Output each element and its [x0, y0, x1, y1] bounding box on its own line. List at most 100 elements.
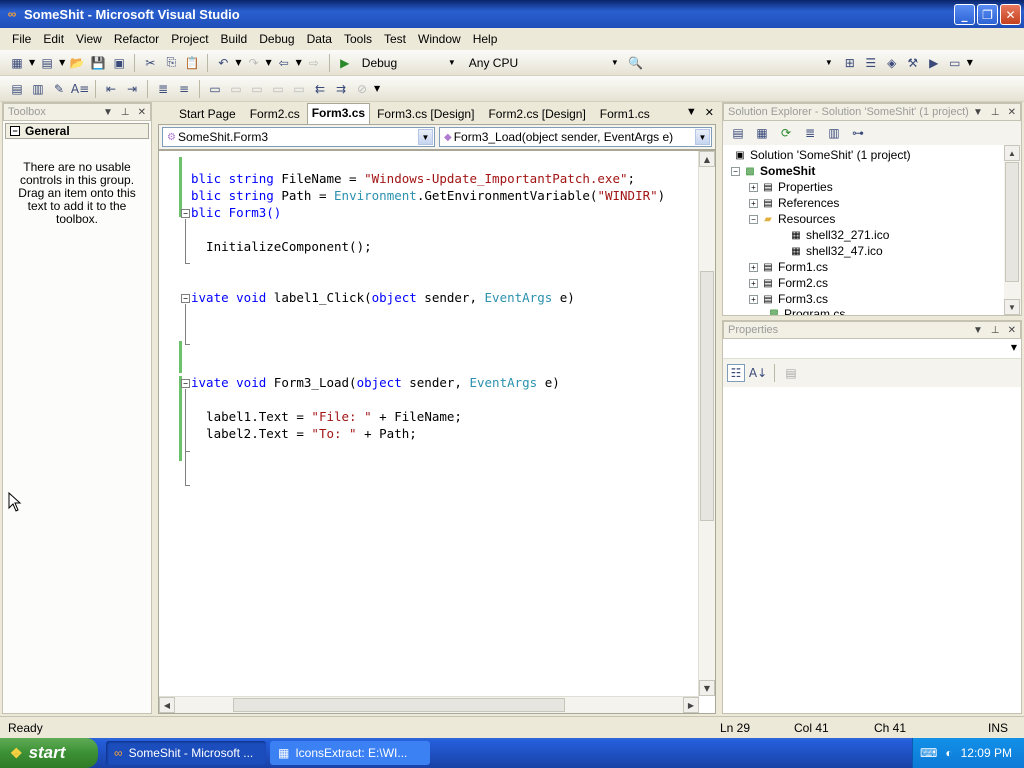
member-combo[interactable]: ◆ Form3_Load(object sender, EventArgs e)…	[439, 127, 712, 147]
toolbox-pin-icon[interactable]: ⊥	[121, 107, 130, 118]
expand-icon[interactable]: +	[749, 198, 758, 208]
menu-project[interactable]: Project	[165, 32, 214, 46]
expand-icon[interactable]: +	[749, 182, 758, 192]
chevron-down-icon[interactable]: ▼	[418, 129, 433, 145]
properties-title-bar[interactable]: Properties ▼ ⊥ ✕	[723, 321, 1021, 339]
tree-item-file[interactable]: ▦ shell32_271.ico	[789, 227, 889, 243]
code-area[interactable]: − − − blic string FileName = "Windows-Up…	[159, 151, 697, 691]
copy-icon[interactable]: ⎘	[162, 54, 180, 72]
menu-tools[interactable]: Tools	[338, 32, 378, 46]
props-dropdown-icon[interactable]: ▼	[973, 325, 983, 336]
view-code-icon[interactable]: ≣	[801, 124, 819, 142]
navigate-backward-icon[interactable]: ⇦	[275, 54, 293, 72]
solution-explorer-icon[interactable]: ⊞	[841, 54, 859, 72]
tab-form3-design[interactable]: Form3.cs [Design]	[370, 104, 481, 124]
keyboard-icon[interactable]: ⌨	[920, 746, 937, 760]
redo-icon[interactable]: ↷	[244, 54, 262, 72]
solution-explorer-title-bar[interactable]: Solution Explorer - Solution 'SomeShit' …	[723, 103, 1021, 121]
expand-icon[interactable]: +	[749, 294, 758, 304]
se-pin-icon[interactable]: ⊥	[991, 107, 1000, 118]
class-combo[interactable]: ⚙ SomeShit.Form3 ▼	[162, 127, 435, 147]
vertical-scrollbar[interactable]: ▲ ▼	[698, 151, 715, 696]
uncomment-lines-icon[interactable]: ≡	[175, 80, 193, 98]
open-folder-icon[interactable]: 📂	[68, 54, 86, 72]
view-class-diagram-icon[interactable]: ⊶	[849, 124, 867, 142]
next-bookmark-doc-icon[interactable]: ⇉	[332, 80, 350, 98]
object-browser-icon[interactable]: ◈	[883, 54, 901, 72]
menu-edit[interactable]: Edit	[37, 32, 70, 46]
clock[interactable]: 12:09 PM	[961, 746, 1012, 760]
chevron-down-icon[interactable]: ▼	[695, 129, 710, 145]
platform-dropdown[interactable]: Any CPU ▼	[464, 54, 624, 72]
scroll-thumb[interactable]	[700, 271, 714, 521]
se-close-icon[interactable]: ✕	[1008, 107, 1016, 118]
code-editor[interactable]: − − − blic string FileName = "Windows-Up…	[158, 150, 716, 714]
network-icon[interactable]: ◐	[945, 746, 952, 760]
menu-window[interactable]: Window	[412, 32, 467, 46]
tab-form2-cs[interactable]: Form2.cs	[243, 104, 307, 124]
expand-icon[interactable]: +	[749, 262, 758, 272]
menu-file[interactable]: File	[6, 32, 37, 46]
scroll-right-icon[interactable]: ▶	[683, 697, 699, 713]
categorized-icon[interactable]: ☷	[727, 364, 745, 382]
menu-debug[interactable]: Debug	[253, 32, 300, 46]
collapse-outline-icon[interactable]: −	[181, 379, 190, 388]
tree-item-file[interactable]: ▦ shell32_47.ico	[789, 243, 882, 259]
collapse-outline-icon[interactable]: −	[181, 209, 190, 218]
task-iconsextract[interactable]: ▦ IconsExtract: E:\WI...	[270, 741, 430, 765]
toolbox-title-bar[interactable]: Toolbox ▼ ⊥ ✕	[3, 103, 151, 121]
title-bar[interactable]: ∞ SomeShit - Microsoft Visual Studio _ ❐…	[0, 0, 1024, 28]
collapse-icon[interactable]: −	[749, 214, 758, 224]
menu-help[interactable]: Help	[467, 32, 504, 46]
start-debugging-icon[interactable]: ▶	[336, 54, 354, 72]
scroll-left-icon[interactable]: ◀	[159, 697, 175, 713]
tree-scrollbar[interactable]: ▲ ▼	[1004, 145, 1021, 315]
object-selector-combo[interactable]: ▼	[723, 339, 1021, 359]
view-designer-icon[interactable]: ▥	[825, 124, 843, 142]
toolbox-icon[interactable]: ⚒	[904, 54, 922, 72]
undo-icon[interactable]: ↶	[214, 54, 232, 72]
next-bookmark-icon[interactable]: ▭	[248, 80, 266, 98]
previous-bookmark-folder-icon[interactable]: ▭	[269, 80, 287, 98]
tree-item-references[interactable]: + ▤ References	[749, 195, 839, 211]
tree-item-project[interactable]: − ▩ SomeShit	[731, 163, 815, 179]
tab-form1-cs[interactable]: Form1.cs	[593, 104, 657, 124]
horizontal-scrollbar[interactable]: ◀ ▶	[159, 696, 699, 713]
toggle-bookmark-icon[interactable]: ▭	[206, 80, 224, 98]
tree-item-properties[interactable]: + ▤ Properties	[749, 179, 833, 195]
save-all-icon[interactable]: ▣	[110, 54, 128, 72]
expand-icon[interactable]: +	[749, 278, 758, 288]
complete-word-icon[interactable]: A≡	[71, 80, 89, 98]
display-object-member-list-icon[interactable]: ▤	[8, 80, 26, 98]
next-bookmark-folder-icon[interactable]: ▭	[290, 80, 308, 98]
scroll-up-icon[interactable]: ▲	[1004, 145, 1020, 161]
cut-icon[interactable]: ✂	[141, 54, 159, 72]
tree-item-solution[interactable]: ▣ Solution 'SomeShit' (1 project)	[733, 147, 910, 163]
refresh-icon[interactable]: ⟳	[777, 124, 795, 142]
tab-start-page[interactable]: Start Page	[172, 104, 243, 124]
tree-item-program[interactable]: ▩ Program.cs	[767, 307, 845, 315]
quick-info-icon[interactable]: ✎	[50, 80, 68, 98]
toolbox-group-general[interactable]: − General	[5, 123, 149, 139]
properties-window-icon[interactable]: ☰	[862, 54, 880, 72]
active-files-dropdown-icon[interactable]: ▼	[686, 106, 697, 119]
command-window-icon[interactable]: ▭	[946, 54, 964, 72]
start-page-icon[interactable]: ▶	[925, 54, 943, 72]
scroll-down-icon[interactable]: ▼	[699, 680, 715, 696]
previous-bookmark-doc-icon[interactable]: ⇇	[311, 80, 329, 98]
close-document-icon[interactable]: ✕	[705, 106, 714, 119]
scroll-thumb[interactable]	[233, 698, 565, 712]
properties-icon[interactable]: ▤	[729, 124, 747, 142]
close-button[interactable]: ✕	[1000, 4, 1021, 25]
restore-button[interactable]: ❐	[977, 4, 998, 25]
collapse-icon[interactable]: −	[731, 166, 740, 176]
tree-item-resources[interactable]: − ▰ Resources	[749, 211, 835, 227]
minimize-button[interactable]: _	[954, 4, 975, 25]
menu-test[interactable]: Test	[378, 32, 412, 46]
menu-build[interactable]: Build	[215, 32, 254, 46]
start-button[interactable]: ❖ start	[0, 738, 98, 768]
clear-bookmarks-icon[interactable]: ⊘	[353, 80, 371, 98]
show-all-files-icon[interactable]: ▦	[753, 124, 771, 142]
menu-data[interactable]: Data	[301, 32, 338, 46]
tree-item-form3[interactable]: + ▤ Form3.cs	[749, 291, 828, 307]
